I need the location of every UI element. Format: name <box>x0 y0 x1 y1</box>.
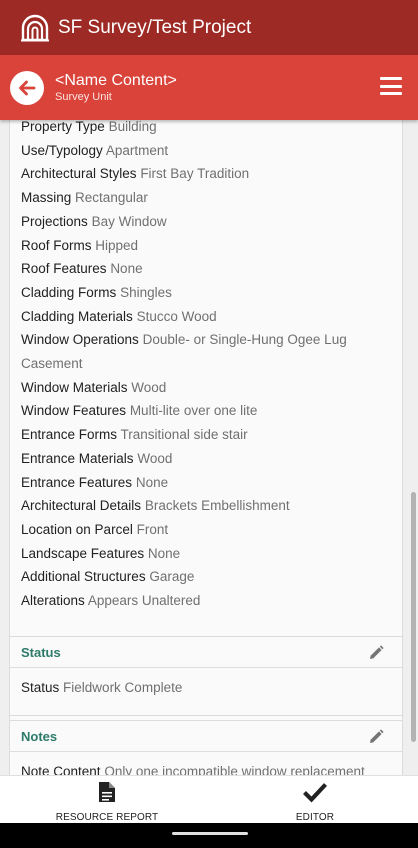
bottom-navigation: RESOURCE REPORT EDITOR <box>0 775 418 823</box>
field-row: Massing Rectangular <box>21 186 391 210</box>
resource-report-button[interactable]: RESOURCE REPORT <box>37 780 177 823</box>
checkmark-icon <box>303 783 328 803</box>
system-navigation-bar <box>0 823 418 848</box>
field-row: Window Features Multi-lite over one lite <box>21 399 391 423</box>
field-row: Projections Bay Window <box>21 210 391 234</box>
field-value: Appears Unaltered <box>87 593 201 609</box>
scrollbar[interactable] <box>411 492 416 742</box>
field-value: Wood <box>131 379 167 395</box>
field-label: Projections <box>21 213 88 229</box>
document-icon <box>99 782 115 802</box>
field-row: Window Materials Wood <box>21 376 391 400</box>
field-label: Architectural Details <box>21 498 142 514</box>
note-content-label: Note Content <box>21 764 101 775</box>
note-content-value: Only one incompatible window replacement <box>104 764 365 775</box>
field-row: Entrance Features None <box>21 471 391 495</box>
field-row: Landscape Features None <box>21 542 391 566</box>
field-label: Landscape Features <box>21 545 145 561</box>
field-row: Additional Structures Garage <box>21 565 391 589</box>
field-row: Architectural Styles First Bay Tradition <box>21 162 391 186</box>
field-value: None <box>147 545 181 561</box>
field-label: Additional Structures <box>21 569 146 585</box>
field-value: Bay Window <box>91 213 167 229</box>
arch-logo-icon <box>21 14 49 41</box>
home-indicator[interactable] <box>172 832 248 835</box>
field-row: Property Type Building <box>21 120 391 139</box>
field-row: Window Operations Double- or Single-Hung… <box>21 328 391 375</box>
field-value: Building <box>108 120 157 134</box>
field-value: Transitional side stair <box>120 427 248 443</box>
field-row: Cladding Forms Shingles <box>21 281 391 305</box>
field-value: Multi-lite over one lite <box>129 403 258 419</box>
field-value: Garage <box>149 569 195 585</box>
record-header: <Name Content> Survey Unit <box>0 55 418 120</box>
field-label: Cladding Forms <box>21 284 117 300</box>
field-row: Alterations Appears Unaltered <box>21 589 391 613</box>
field-value: Apartment <box>105 142 169 158</box>
editor-label: EDITOR <box>295 812 335 823</box>
status-header: Status <box>10 637 402 668</box>
app-title-bar: SF Survey/Test Project <box>0 0 418 55</box>
status-field: Status Fieldwork Complete <box>10 668 402 708</box>
field-label: Roof Features <box>21 261 107 277</box>
field-row: Use/Typology Apartment <box>21 139 391 163</box>
field-row: Architectural Details Brackets Embellish… <box>21 494 391 518</box>
field-label: Architectural Styles <box>21 166 137 182</box>
field-row: Entrance Materials Wood <box>21 447 391 471</box>
status-label: Status <box>21 680 60 695</box>
notes-title: Notes <box>21 728 58 744</box>
status-title: Status <box>21 644 61 660</box>
record-caption: Survey Unit <box>55 91 112 103</box>
field-row: Roof Forms Hipped <box>21 234 391 258</box>
field-label: Entrance Materials <box>21 450 134 466</box>
field-label: Roof Forms <box>21 237 92 253</box>
field-row: Roof Features None <box>21 257 391 281</box>
field-value: Hipped <box>95 237 139 253</box>
field-row: Entrance Forms Transitional side stair <box>21 423 391 447</box>
app-screen: SF Survey/Test Project <Name Content> Su… <box>0 0 418 848</box>
field-value: None <box>135 474 169 490</box>
notes-card: Notes Note Content Only one incompatible… <box>9 720 403 775</box>
field-value: None <box>110 261 143 277</box>
back-arrow-icon <box>19 80 36 95</box>
hamburger-menu-icon[interactable] <box>380 77 402 95</box>
field-label: Window Materials <box>21 379 128 395</box>
field-row: Cladding Materials Stucco Wood <box>21 305 391 329</box>
field-row: Location on Parcel Front <box>21 518 391 542</box>
field-label: Massing <box>21 190 72 206</box>
status-value: Fieldwork Complete <box>63 680 183 695</box>
field-value: Rectangular <box>75 190 148 206</box>
field-value: Stucco Wood <box>136 308 217 324</box>
field-value: Shingles <box>120 284 172 300</box>
scroll-content[interactable]: Property Type Building Use/Typology Apart… <box>0 120 418 775</box>
header-text: <Name Content> Survey Unit <box>55 71 177 104</box>
field-list: Property Type Building Use/Typology Apart… <box>21 120 391 613</box>
field-label: Entrance Features <box>21 474 133 490</box>
notes-header: Notes <box>10 721 402 752</box>
pencil-icon[interactable] <box>368 645 384 661</box>
field-label: Alterations <box>21 593 85 609</box>
field-value: Brackets Embellishment <box>144 498 290 514</box>
field-label: Cladding Materials <box>21 308 133 324</box>
field-value: Front <box>136 521 169 537</box>
field-label: Entrance Forms <box>21 427 118 443</box>
field-label: Property Type <box>21 120 105 134</box>
note-content-field: Note Content Only one incompatible windo… <box>10 752 402 775</box>
field-label: Location on Parcel <box>21 521 133 537</box>
back-button[interactable] <box>10 70 44 105</box>
pencil-icon[interactable] <box>368 729 384 745</box>
status-card: Status Status Fieldwork Complete <box>9 636 403 716</box>
field-label: Use/Typology <box>21 142 103 158</box>
field-label: Window Features <box>21 403 127 419</box>
field-value: Wood <box>137 450 173 466</box>
field-label: Window Operations <box>21 332 139 348</box>
editor-button[interactable]: EDITOR <box>245 780 385 823</box>
app-title: SF Survey/Test Project <box>58 16 252 38</box>
resource-report-label: RESOURCE REPORT <box>55 812 159 823</box>
record-title: <Name Content> <box>55 72 177 89</box>
field-value: First Bay Tradition <box>140 166 250 182</box>
